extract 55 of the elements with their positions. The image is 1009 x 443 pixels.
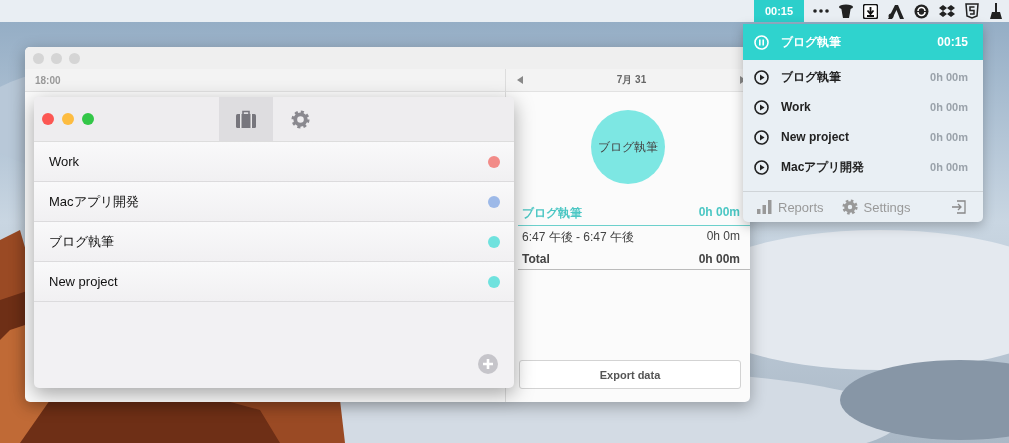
project-name: ブログ執筆 (781, 68, 842, 86)
project-total: 0h 00m (698, 205, 740, 221)
menu-item[interactable]: Work 0h 00m (743, 92, 983, 122)
project-name: Work (781, 100, 812, 114)
projects-tab[interactable] (219, 97, 273, 141)
peak-icon[interactable] (888, 3, 904, 19)
pause-icon[interactable] (754, 34, 769, 50)
sign-out-icon[interactable] (952, 200, 966, 214)
project-time: 0h 00m (930, 71, 968, 83)
total-duration: 0h 00m (698, 252, 740, 266)
date-label: 7月 31 (616, 73, 647, 87)
play-icon (754, 69, 769, 85)
project-time: 0h 00m (930, 161, 968, 173)
settings-icon (841, 199, 858, 215)
project-name: New project (49, 274, 118, 289)
project-name: New project (781, 130, 850, 144)
play-icon (754, 129, 769, 145)
more-icon[interactable] (813, 9, 829, 13)
close-button[interactable] (42, 113, 54, 125)
project-row[interactable]: New project (34, 262, 514, 302)
box-icon[interactable] (939, 3, 955, 19)
project-name: Macアプリ開発 (781, 158, 866, 176)
broom-icon[interactable] (989, 3, 1003, 19)
time-label: 18:00 (35, 74, 61, 86)
play-icon (754, 159, 769, 175)
running-project: ブログ執筆 (781, 33, 842, 51)
play-icon (754, 99, 769, 115)
entry-duration: 0h 0m (706, 229, 740, 245)
project-name: ブログ執筆 (522, 205, 582, 222)
project-name: Work (49, 154, 80, 169)
download-icon[interactable] (863, 3, 878, 19)
chart-label: ブログ執筆 (598, 138, 658, 156)
previous-arrow-icon[interactable] (517, 76, 523, 84)
bar-chart-icon (757, 200, 772, 214)
running-time: 00:15 (937, 35, 968, 49)
export-button[interactable]: Export data (519, 360, 741, 389)
shield-icon[interactable] (965, 3, 979, 19)
project-row[interactable]: ブログ執筆 (34, 222, 514, 262)
project-time: 0h 00m (930, 131, 968, 143)
project-name: Macアプリ開発 (49, 192, 139, 211)
total-label: Total (522, 252, 550, 266)
sync-icon[interactable] (914, 3, 929, 19)
project-row[interactable]: Macアプリ開発 (34, 182, 514, 222)
project-row[interactable]: Work (34, 142, 514, 182)
project-name: ブログ執筆 (49, 232, 114, 251)
add-icon[interactable] (478, 354, 498, 374)
settings-icon (290, 109, 310, 129)
menu-item[interactable]: ブログ執筆 0h 00m (743, 62, 983, 92)
briefcase-icon (236, 110, 256, 128)
hat-icon[interactable] (839, 3, 853, 19)
menu-item[interactable]: New project 0h 00m (743, 122, 983, 152)
time-range: 6:47 午後 - 6:47 午後 (522, 229, 635, 246)
zoom-button[interactable] (82, 113, 94, 125)
menu-item[interactable]: Macアプリ開発 0h 00m (743, 152, 983, 182)
project-time: 0h 00m (930, 101, 968, 113)
